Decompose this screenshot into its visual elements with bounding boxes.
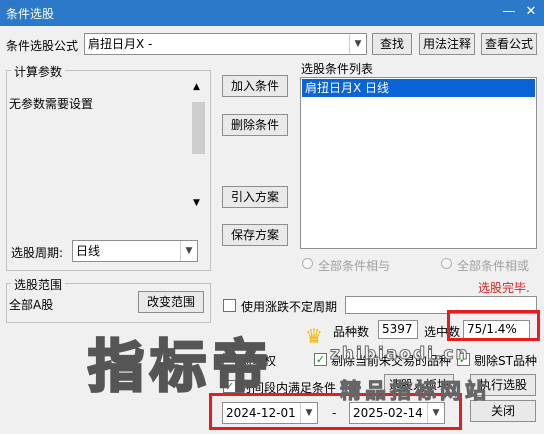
calc-params-message: 无参数需要设置	[9, 97, 94, 111]
close-icon[interactable]: ✕	[522, 3, 540, 21]
formula-select[interactable]: 肩扭日月X - ▼	[84, 33, 367, 55]
add-condition-button[interactable]: 加入条件	[222, 75, 288, 97]
list-item[interactable]: 肩扭日月X 日线	[302, 79, 535, 97]
or-radio[interactable]	[441, 258, 452, 269]
search-button[interactable]: 查找	[372, 33, 412, 55]
chevron-down-icon[interactable]: ▼	[180, 241, 197, 261]
uncertain-period-label: 使用涨跌不定周期	[241, 300, 338, 314]
params-scrollbar[interactable]: ▲ ▼	[190, 82, 207, 212]
save-plan-button[interactable]: 保存方案	[222, 224, 288, 246]
watermark-site: zhibiaodi.cn	[330, 344, 470, 365]
condition-list-title: 选股条件列表	[301, 62, 374, 76]
delete-condition-button[interactable]: 删除条件	[222, 114, 288, 136]
range-title: 选股范围	[11, 276, 66, 293]
change-range-button[interactable]: 改变范围	[138, 291, 204, 313]
period-select[interactable]: 日线 ▼	[72, 240, 198, 262]
chevron-down-icon[interactable]: ▼	[193, 198, 200, 208]
and-radio[interactable]	[302, 258, 313, 269]
or-radio-label: 全部条件相或	[457, 259, 530, 273]
uncertain-period-checkbox[interactable]	[223, 299, 236, 312]
count-value: 5397	[378, 320, 418, 339]
chevron-down-icon[interactable]: ▼	[349, 34, 366, 54]
minus-icon[interactable]: —	[500, 3, 518, 21]
watermark-logo: 指标帝	[87, 333, 274, 402]
count-label: 品种数	[333, 325, 370, 339]
exclude-untraded-checkbox[interactable]: ✓	[314, 353, 327, 366]
window-title: 条件选股	[6, 7, 55, 21]
period-value: 日线	[76, 244, 101, 258]
period-label: 选股周期:	[11, 246, 64, 260]
status-text: 选股完毕.	[478, 281, 530, 295]
import-plan-button[interactable]: 引入方案	[222, 186, 288, 208]
formula-label: 条件选股公式	[6, 39, 79, 53]
and-radio-label: 全部条件相与	[318, 259, 391, 273]
watermark-slogan: 精品指标网站	[340, 379, 490, 404]
range-value: 全部A股	[9, 298, 54, 312]
formula-value: 肩扭日月X -	[88, 37, 153, 51]
calc-params-title: 计算参数	[11, 63, 66, 80]
usage-notes-button[interactable]: 用法注释	[419, 33, 475, 55]
exclude-st-label: 剔除ST品种	[474, 354, 537, 368]
crown-icon: ♛	[305, 324, 323, 348]
chevron-up-icon[interactable]: ▲	[193, 82, 200, 92]
scroll-thumb[interactable]	[192, 102, 205, 154]
title-bar: 条件选股 — ✕	[0, 0, 544, 26]
hit-value-highlight	[447, 310, 540, 341]
condition-list[interactable]: 肩扭日月X 日线	[300, 77, 537, 249]
view-formula-button[interactable]: 查看公式	[481, 33, 537, 55]
